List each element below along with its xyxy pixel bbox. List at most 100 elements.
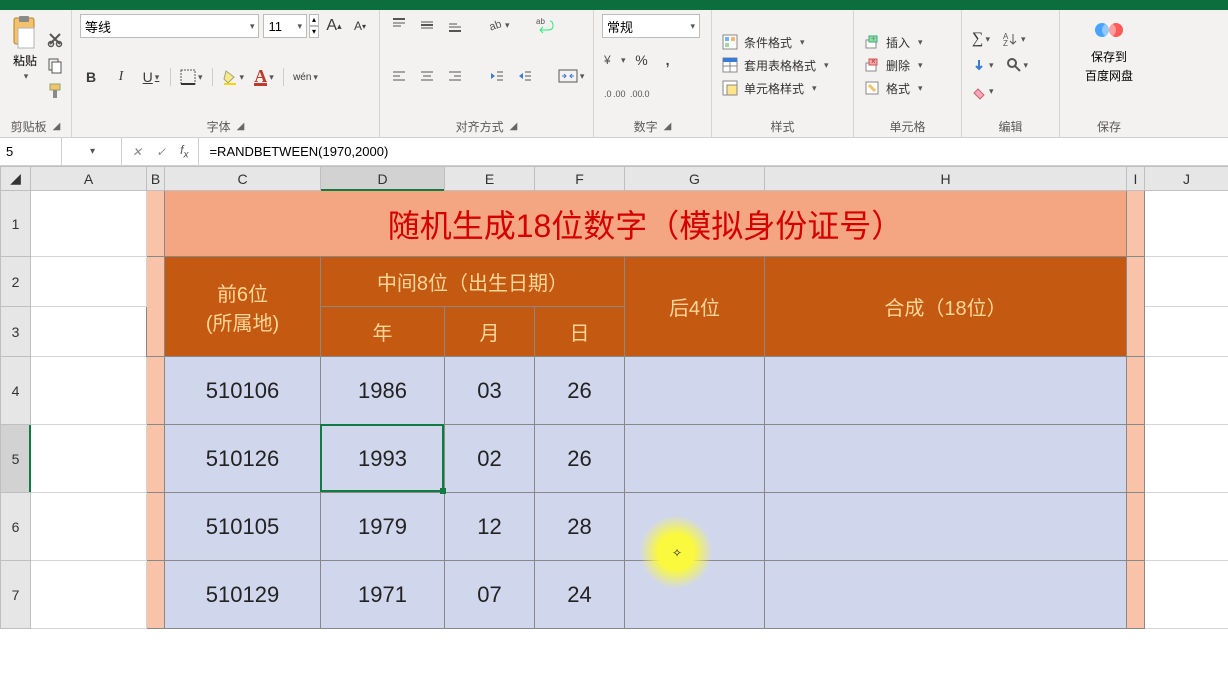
row-header-1[interactable]: 1: [1, 191, 31, 257]
cell-J5[interactable]: [1145, 425, 1228, 493]
align-bottom-button[interactable]: [444, 14, 466, 36]
cell-I2[interactable]: [1127, 257, 1145, 357]
cell-B2[interactable]: [147, 257, 165, 357]
cell-A4[interactable]: [31, 357, 147, 425]
align-middle-button[interactable]: [416, 14, 438, 36]
clipboard-dialog-launcher[interactable]: ◢: [53, 121, 61, 132]
col-header-B[interactable]: B: [147, 167, 165, 191]
cell-A6[interactable]: [31, 493, 147, 561]
align-left-button[interactable]: [388, 65, 410, 87]
insert-cells-button[interactable]: +插入▾: [862, 33, 953, 52]
cell-A2[interactable]: [31, 257, 147, 307]
cell-F7[interactable]: 24: [535, 561, 625, 629]
underline-button[interactable]: U▾: [140, 66, 162, 88]
cell-I5[interactable]: [1127, 425, 1145, 493]
head-front6[interactable]: 前6位(所属地): [165, 257, 321, 357]
grow-font-button[interactable]: A▴: [323, 15, 345, 37]
decrease-decimal-button[interactable]: .00.0: [628, 83, 650, 105]
cell-E4[interactable]: 03: [445, 357, 535, 425]
cell-F4[interactable]: 26: [535, 357, 625, 425]
col-header-H[interactable]: H: [765, 167, 1127, 191]
font-family-combo[interactable]: 等线▾: [80, 14, 259, 38]
head-month[interactable]: 月: [445, 307, 535, 357]
format-as-table-button[interactable]: 套用表格格式▾: [720, 56, 845, 75]
cell-G6[interactable]: [625, 493, 765, 561]
cell-C6[interactable]: 510105: [165, 493, 321, 561]
fill-button[interactable]: ▾: [970, 54, 995, 76]
cell-D5[interactable]: 1993: [321, 425, 445, 493]
col-header-E[interactable]: E: [445, 167, 535, 191]
cell-H4[interactable]: [765, 357, 1127, 425]
cell-E6[interactable]: 12: [445, 493, 535, 561]
cell-H6[interactable]: [765, 493, 1127, 561]
cancel-formula-button[interactable]: ✕: [132, 145, 142, 159]
save-to-baidu-button[interactable]: 保存到 百度网盘: [1068, 14, 1150, 116]
align-top-button[interactable]: [388, 14, 410, 36]
cell-G5[interactable]: [625, 425, 765, 493]
row-header-5[interactable]: 5: [1, 425, 31, 493]
cell-A5[interactable]: [31, 425, 147, 493]
cell-J7[interactable]: [1145, 561, 1228, 629]
increase-indent-button[interactable]: [514, 65, 536, 87]
formula-input[interactable]: [199, 142, 1228, 161]
col-header-G[interactable]: G: [625, 167, 765, 191]
format-cells-button[interactable]: 格式▾: [862, 79, 953, 98]
cell-G4[interactable]: [625, 357, 765, 425]
head-day[interactable]: 日: [535, 307, 625, 357]
cell-B6[interactable]: [147, 493, 165, 561]
cell-J6[interactable]: [1145, 493, 1228, 561]
format-painter-button[interactable]: [44, 80, 66, 102]
cell-G7[interactable]: [625, 561, 765, 629]
cell-J3[interactable]: [1145, 307, 1228, 357]
head-year[interactable]: 年: [321, 307, 445, 357]
col-header-C[interactable]: C: [165, 167, 321, 191]
col-header-A[interactable]: A: [31, 167, 147, 191]
cell-J4[interactable]: [1145, 357, 1228, 425]
row-header-6[interactable]: 6: [1, 493, 31, 561]
cell-I1[interactable]: [1127, 191, 1145, 257]
cell-C5[interactable]: 510126: [165, 425, 321, 493]
percent-format-button[interactable]: %: [631, 49, 653, 71]
cell-F5[interactable]: 26: [535, 425, 625, 493]
increase-decimal-button[interactable]: .0.00: [602, 83, 624, 105]
align-dialog-launcher[interactable]: ◢: [510, 121, 518, 132]
number-format-combo[interactable]: 常规▾: [602, 14, 700, 38]
delete-cells-button[interactable]: ×删除▾: [862, 56, 953, 75]
fill-color-button[interactable]: ▾: [221, 66, 246, 88]
font-dialog-launcher[interactable]: ◢: [237, 121, 245, 132]
row-header-3[interactable]: 3: [1, 307, 31, 357]
shrink-font-button[interactable]: A▾: [349, 15, 371, 37]
autosum-button[interactable]: ∑▾: [970, 28, 992, 50]
comma-format-button[interactable]: ,: [657, 49, 679, 71]
col-header-J[interactable]: J: [1145, 167, 1228, 191]
row-header-2[interactable]: 2: [1, 257, 31, 307]
align-right-button[interactable]: [444, 65, 466, 87]
cell-F6[interactable]: 28: [535, 493, 625, 561]
phonetic-button[interactable]: wén▾: [292, 66, 319, 88]
border-button[interactable]: ▾: [179, 66, 204, 88]
col-header-I[interactable]: I: [1127, 167, 1145, 191]
cell-J2[interactable]: [1145, 257, 1228, 307]
copy-button[interactable]: [44, 54, 66, 76]
cell-B4[interactable]: [147, 357, 165, 425]
head-back4[interactable]: 后4位: [625, 257, 765, 357]
italic-button[interactable]: I: [110, 66, 132, 88]
cell-B7[interactable]: [147, 561, 165, 629]
cell-E7[interactable]: 07: [445, 561, 535, 629]
bold-button[interactable]: B: [80, 66, 102, 88]
worksheet-grid[interactable]: ◢ A B C D E F G H I J 1 随机生成18位数字（模拟身份证号…: [0, 166, 1228, 629]
cell-J1[interactable]: [1145, 191, 1228, 257]
cell-C7[interactable]: 510129: [165, 561, 321, 629]
merge-center-button[interactable]: ▾: [557, 65, 585, 87]
accounting-format-button[interactable]: ¥▾: [602, 49, 627, 71]
cell-D6[interactable]: 1979: [321, 493, 445, 561]
cell-E5[interactable]: 02: [445, 425, 535, 493]
name-box[interactable]: [0, 138, 62, 165]
cell-H5[interactable]: [765, 425, 1127, 493]
cell-B1[interactable]: [147, 191, 165, 257]
cut-button[interactable]: [44, 28, 66, 50]
col-header-D[interactable]: D: [321, 167, 445, 191]
number-dialog-launcher[interactable]: ◢: [664, 121, 672, 132]
align-center-button[interactable]: [416, 65, 438, 87]
decrease-indent-button[interactable]: [486, 65, 508, 87]
